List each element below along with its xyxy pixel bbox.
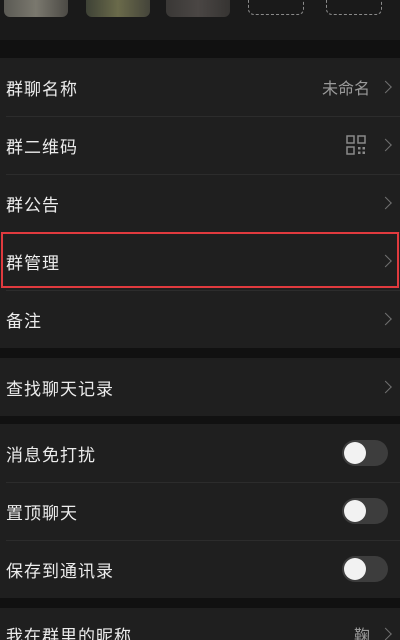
group-qr-row[interactable]: 群二维码 (0, 116, 400, 174)
chevron-right-icon (379, 254, 392, 268)
group-notice-row[interactable]: 群公告 (0, 174, 400, 232)
my-nickname-value: 鞠 (353, 626, 370, 640)
my-nickname-row[interactable]: 我在群里的昵称 鞠 (0, 608, 400, 640)
group-name-label: 群聊名称 (6, 79, 78, 100)
toggle-knob (344, 500, 366, 522)
chevron-right-icon (379, 627, 392, 640)
group-notice-label: 群公告 (6, 195, 60, 216)
group-name-row[interactable]: 群聊名称 未命名 (0, 58, 400, 116)
group-name-value: 未命名 (321, 79, 370, 98)
group-manage-label: 群管理 (6, 253, 60, 274)
my-nickname-label: 我在群里的昵称 (6, 626, 132, 640)
member-avatar[interactable] (166, 0, 230, 17)
toggle-knob (344, 558, 366, 580)
search-history-label: 查找聊天记录 (6, 379, 114, 400)
group-manage-row[interactable]: 群管理 (0, 232, 400, 290)
member-avatar[interactable] (4, 0, 68, 17)
chevron-right-icon (379, 138, 392, 152)
mute-toggle[interactable] (342, 440, 388, 466)
qr-code-icon (346, 135, 366, 155)
mute-label: 消息免打扰 (6, 445, 96, 466)
chevron-right-icon (379, 196, 392, 210)
sticky-label: 置顶聊天 (6, 503, 78, 524)
sticky-row: 置顶聊天 (0, 482, 400, 540)
chevron-right-icon (379, 80, 392, 94)
mute-row: 消息免打扰 (0, 424, 400, 482)
toggle-section: 消息免打扰 置顶聊天 保存到通讯录 (0, 424, 400, 598)
save-contacts-label: 保存到通讯录 (6, 561, 114, 582)
member-avatars-strip (0, 0, 400, 40)
chevron-right-icon (379, 380, 392, 394)
add-member-button[interactable] (248, 0, 304, 15)
group-qr-label: 群二维码 (6, 137, 78, 158)
group-info-section: 群聊名称 未命名 群二维码 群公告 群管理 备注 (0, 58, 400, 348)
toggle-knob (344, 442, 366, 464)
search-history-row[interactable]: 查找聊天记录 (0, 358, 400, 416)
nickname-section: 我在群里的昵称 鞠 (0, 608, 400, 640)
sticky-toggle[interactable] (342, 498, 388, 524)
save-contacts-toggle[interactable] (342, 556, 388, 582)
remark-label: 备注 (6, 311, 42, 332)
remove-member-button[interactable] (326, 0, 382, 15)
save-contacts-row: 保存到通讯录 (0, 540, 400, 598)
chevron-right-icon (379, 312, 392, 326)
remark-row[interactable]: 备注 (0, 290, 400, 348)
member-avatar[interactable] (86, 0, 150, 17)
search-section: 查找聊天记录 (0, 358, 400, 416)
